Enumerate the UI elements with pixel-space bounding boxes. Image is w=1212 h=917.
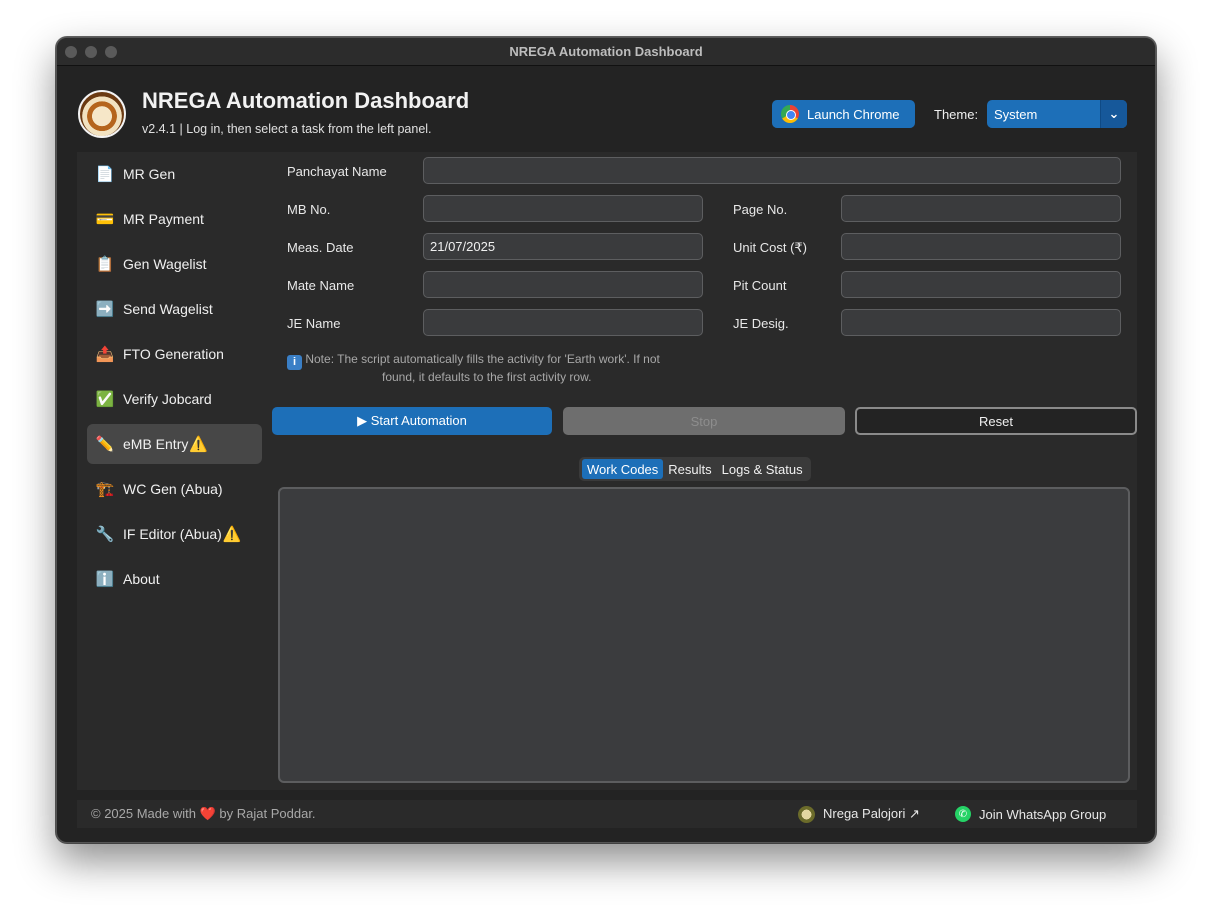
tab-results[interactable]: Results [663, 459, 716, 479]
sidebar-item-gen-wagelist[interactable]: 📋 Gen Wagelist [87, 244, 262, 284]
launch-chrome-button[interactable]: Launch Chrome [772, 100, 915, 128]
heart-icon: ❤️ [199, 806, 216, 821]
chevron-down-icon[interactable]: ⌄ [1100, 100, 1127, 128]
je-name-input[interactable] [423, 309, 703, 336]
footer: © 2025 Made with ❤️ by Rajat Poddar. Nre… [77, 800, 1137, 828]
output-tabs: Work Codes Results Logs & Status [579, 457, 811, 481]
meas-date-label: Meas. Date [287, 240, 354, 255]
stop-button[interactable]: Stop [563, 407, 845, 435]
page-no-input[interactable] [841, 195, 1121, 222]
mate-name-input[interactable] [423, 271, 703, 298]
sidebar-item-verify-jobcard[interactable]: ✅ Verify Jobcard [87, 379, 262, 419]
mate-name-label: Mate Name [287, 278, 355, 293]
panchayat-name-label: Panchayat Name [287, 164, 387, 179]
outbox-tray-icon: 📤 [95, 346, 115, 363]
info-icon: ℹ️ [95, 571, 115, 588]
meas-date-input[interactable] [423, 233, 703, 260]
app-logo [78, 90, 126, 138]
palojori-logo-icon [798, 805, 815, 823]
unit-cost-label: Unit Cost (₹) [733, 240, 808, 255]
sidebar-item-fto-generation[interactable]: 📤 FTO Generation [87, 334, 262, 374]
sidebar-item-label: MR Gen [123, 166, 176, 182]
sidebar-item-label: Gen Wagelist [123, 256, 207, 272]
panchayat-name-input[interactable] [423, 157, 1121, 184]
body-panel: 📄 MR Gen 💳 MR Payment 📋 Gen Wagelist ➡️ … [77, 152, 1137, 790]
pit-count-input[interactable] [841, 271, 1121, 298]
theme-label: Theme: [934, 107, 979, 122]
pit-count-label: Pit Count [733, 278, 787, 293]
nrega-palojori-label: Nrega Palojori ↗ [823, 806, 920, 821]
join-whatsapp-link[interactable]: ✆ Join WhatsApp Group [955, 806, 1106, 822]
sidebar-item-label: Verify Jobcard [123, 391, 212, 407]
title-bar: NREGA Automation Dashboard [57, 38, 1155, 66]
unit-cost-input[interactable] [841, 233, 1121, 260]
theme-value: System [994, 106, 1038, 122]
app-title: NREGA Automation Dashboard [142, 88, 470, 113]
je-desig-input[interactable] [841, 309, 1121, 336]
mb-no-label: MB No. [287, 202, 331, 217]
whatsapp-icon: ✆ [955, 806, 971, 822]
work-codes-textbox[interactable] [278, 487, 1130, 783]
construction-crane-icon: 🏗️ [95, 481, 115, 498]
main-panel: Panchayat Name MB No. Page No. Meas. Dat… [272, 152, 1137, 790]
credit-card-icon: 💳 [95, 211, 115, 228]
page-no-label: Page No. [733, 202, 788, 217]
sidebar-item-label: FTO Generation [123, 346, 224, 362]
reset-button[interactable]: Reset [855, 407, 1137, 435]
sidebar-item-label: WC Gen (Abua) [123, 481, 223, 497]
warning-icon: ⚠️ [222, 526, 242, 543]
window-title: NREGA Automation Dashboard [509, 44, 703, 59]
sidebar-item-label: eMB Entry [123, 436, 189, 452]
tab-work-codes[interactable]: Work Codes [582, 459, 664, 479]
note-line-2: found, it defaults to the first activity… [382, 370, 592, 384]
sidebar-item-send-wagelist[interactable]: ➡️ Send Wagelist [87, 289, 262, 329]
check-box-icon: ✅ [95, 391, 115, 408]
start-automation-button[interactable]: ▶ Start Automation [272, 407, 552, 435]
copyright-text: © 2025 Made with ❤️ by Rajat Poddar. [91, 806, 316, 822]
clipboard-icon: 📋 [95, 256, 115, 273]
arrow-right-icon: ➡️ [95, 301, 115, 318]
document-icon: 📄 [95, 166, 115, 183]
warning-icon: ⚠️ [189, 436, 209, 453]
sidebar-item-about[interactable]: ℹ️ About [87, 559, 262, 599]
earth-work-note: i Note: The script automatically fills t… [287, 352, 727, 385]
copyright-prefix: © 2025 Made with [91, 806, 196, 821]
sidebar-item-label: Send Wagelist [123, 301, 213, 317]
note-line-1: Note: The script automatically fills the… [305, 352, 660, 366]
launch-chrome-label: Launch Chrome [807, 106, 900, 122]
sidebar-item-if-editor-abua[interactable]: 🔧 IF Editor (Abua) ⚠️ [87, 514, 262, 554]
minimize-window-button[interactable] [85, 46, 97, 58]
je-desig-label: JE Desig. [733, 316, 789, 331]
app-header: NREGA Automation Dashboard v2.4.1 | Log … [57, 66, 1155, 152]
app-window: NREGA Automation Dashboard NREGA Automat… [56, 37, 1156, 843]
sidebar: 📄 MR Gen 💳 MR Payment 📋 Gen Wagelist ➡️ … [77, 152, 272, 790]
pencil-icon: ✏️ [95, 436, 115, 453]
theme-select[interactable]: System ⌄ [987, 100, 1127, 128]
mb-no-input[interactable] [423, 195, 703, 222]
sidebar-item-mr-gen[interactable]: 📄 MR Gen [87, 154, 262, 194]
je-name-label: JE Name [287, 316, 341, 331]
tab-logs-status[interactable]: Logs & Status [717, 459, 808, 479]
app-subtitle: v2.4.1 | Log in, then select a task from… [142, 122, 432, 136]
chrome-icon [781, 105, 799, 123]
wrench-icon: 🔧 [95, 526, 115, 543]
zoom-window-button[interactable] [105, 46, 117, 58]
sidebar-item-wc-gen-abua[interactable]: 🏗️ WC Gen (Abua) [87, 469, 262, 509]
nrega-palojori-link[interactable]: Nrega Palojori ↗ [798, 805, 920, 823]
copyright-suffix: by Rajat Poddar. [219, 806, 316, 821]
sidebar-item-mr-payment[interactable]: 💳 MR Payment [87, 199, 262, 239]
sidebar-item-label: IF Editor (Abua) [123, 526, 222, 542]
sidebar-item-label: MR Payment [123, 211, 204, 227]
join-whatsapp-label: Join WhatsApp Group [979, 806, 1107, 822]
sidebar-item-emb-entry[interactable]: ✏️ eMB Entry ⚠️ [87, 424, 262, 464]
close-window-button[interactable] [65, 46, 77, 58]
sidebar-item-label: About [123, 571, 160, 587]
info-icon: i [287, 355, 302, 370]
window-controls [65, 46, 117, 58]
